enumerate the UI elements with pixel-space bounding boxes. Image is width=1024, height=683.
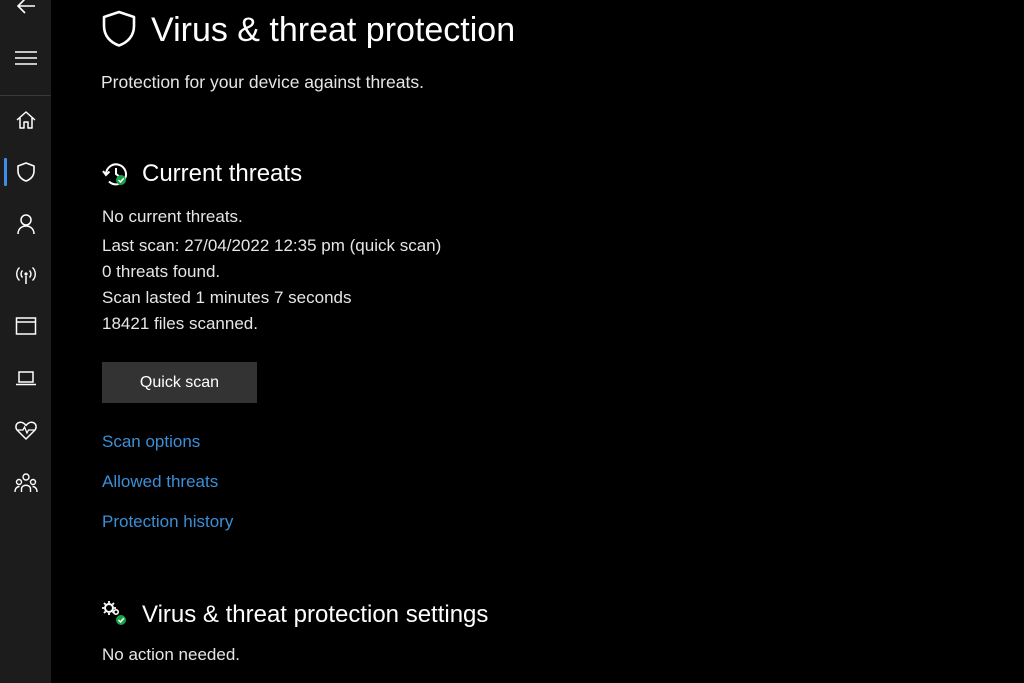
quick-scan-button[interactable]: Quick scan bbox=[102, 362, 257, 403]
current-threats-title: Current threats bbox=[142, 160, 303, 187]
files-scanned-text: 18421 files scanned. bbox=[102, 314, 258, 333]
laptop-icon bbox=[15, 371, 36, 386]
settings-section-title: Virus & threat protection settings bbox=[142, 601, 489, 628]
sidebar-item-home[interactable] bbox=[0, 100, 51, 140]
sidebar-item-account-protection[interactable] bbox=[0, 204, 51, 244]
back-arrow-icon bbox=[16, 0, 35, 14]
sidebar-item-firewall[interactable] bbox=[0, 255, 51, 295]
back-button[interactable] bbox=[0, 0, 51, 26]
settings-status-text: No action needed. bbox=[102, 645, 240, 664]
sidebar-item-family-options[interactable] bbox=[0, 463, 51, 503]
home-icon bbox=[16, 111, 35, 129]
shield-icon bbox=[102, 10, 136, 47]
sidebar-item-device-health[interactable] bbox=[0, 410, 51, 450]
shield-icon bbox=[16, 162, 35, 182]
gears-check-icon bbox=[102, 601, 126, 625]
protection-history-link[interactable]: Protection history bbox=[102, 511, 233, 533]
threats-found-text: 0 threats found. bbox=[102, 262, 221, 281]
page-title: Virus & threat protection bbox=[151, 11, 516, 49]
family-icon bbox=[13, 473, 38, 493]
browser-window-icon bbox=[15, 317, 36, 335]
sidebar-item-device-security[interactable] bbox=[0, 358, 51, 398]
scan-duration-text: Scan lasted 1 minutes 7 seconds bbox=[102, 288, 352, 307]
menu-button[interactable] bbox=[0, 38, 51, 78]
sidebar-nav bbox=[0, 0, 51, 683]
hamburger-menu-icon bbox=[14, 51, 37, 65]
heart-icon bbox=[14, 421, 37, 440]
sidebar-divider bbox=[0, 95, 51, 96]
page-subtitle: Protection for your device against threa… bbox=[101, 72, 424, 92]
history-check-icon bbox=[102, 163, 127, 186]
last-scan-text: Last scan: 27/04/2022 12:35 pm (quick sc… bbox=[102, 236, 442, 255]
main-content: Virus & threat protection Protection for… bbox=[51, 0, 1024, 683]
sidebar-item-virus-threat-protection[interactable] bbox=[0, 152, 51, 192]
person-icon bbox=[16, 214, 35, 235]
allowed-threats-link[interactable]: Allowed threats bbox=[102, 471, 218, 493]
scan-options-link[interactable]: Scan options bbox=[102, 431, 200, 453]
antenna-icon bbox=[15, 266, 36, 284]
threat-status-text: No current threats. bbox=[102, 207, 243, 226]
sidebar-item-app-browser-control[interactable] bbox=[0, 306, 51, 346]
